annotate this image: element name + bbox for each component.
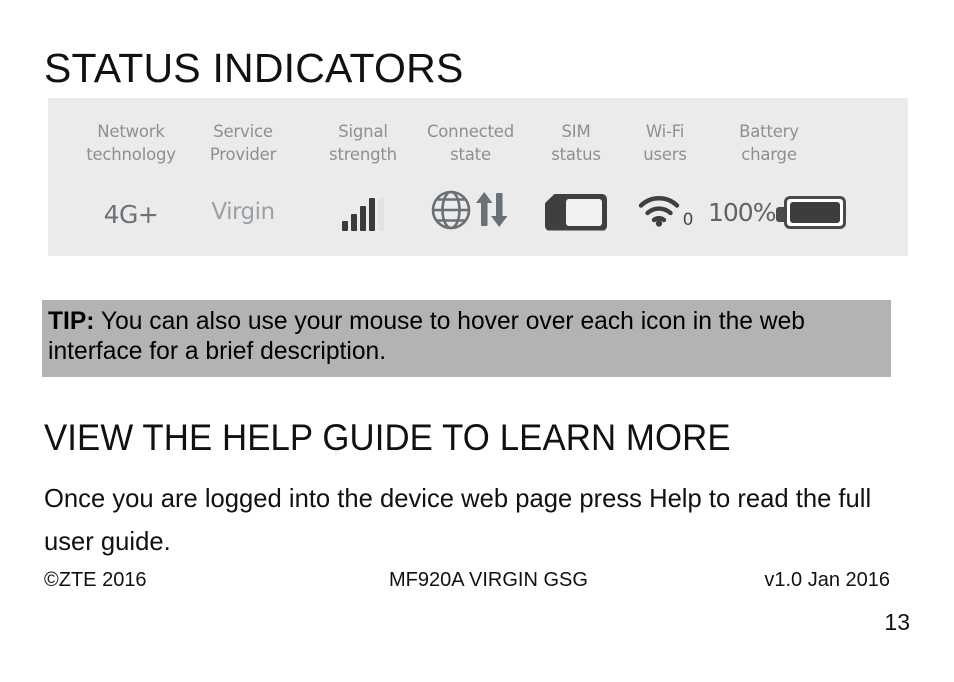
header-line-2: Provider xyxy=(209,145,277,164)
column-header-network-technology: Network technology xyxy=(66,120,196,166)
header-line-1: Connected xyxy=(426,122,515,141)
page-title-view-help-guide: VIEW THE HELP GUIDE TO LEARN MORE xyxy=(44,417,731,458)
header-line-2: strength xyxy=(329,145,397,164)
column-header-connected-state: Connected state xyxy=(408,120,533,166)
page-number: 13 xyxy=(884,609,910,635)
wifi-icon xyxy=(637,193,681,232)
status-indicators-panel: Network technology Service Provider Sign… xyxy=(48,98,908,256)
column-header-service-provider: Service Provider xyxy=(188,120,298,166)
header-line-2: state xyxy=(450,145,491,164)
battery-percent-value: 100% xyxy=(708,197,776,227)
column-header-signal-strength: Signal strength xyxy=(308,120,418,166)
battery-full-icon xyxy=(776,195,847,229)
page-title-status-indicators: STATUS INDICATORS xyxy=(44,45,464,91)
globe-updown-arrows-icon xyxy=(430,189,512,236)
network-technology-value: 4G+ xyxy=(103,199,159,229)
header-line-1: Battery xyxy=(739,122,799,141)
tip-label: TIP: xyxy=(48,307,95,335)
column-header-wifi-users: Wi-Fi users xyxy=(620,120,710,166)
tip-text: TIP: You can also use your mouse to hove… xyxy=(48,306,870,366)
header-line-2: users xyxy=(643,145,687,164)
header-line-1: Wi-Fi xyxy=(645,122,685,141)
help-body-paragraph: Once you are logged into the device web … xyxy=(44,483,872,556)
value-connected-state xyxy=(408,186,533,238)
footer: ©ZTE 2016 MF920A VIRGIN GSG v1.0 Jan 201… xyxy=(44,569,890,595)
column-header-sim-status: SIM status xyxy=(530,120,622,166)
header-line-2: technology xyxy=(86,145,176,164)
footer-version: v1.0 Jan 2016 xyxy=(764,569,890,591)
signal-bars-icon xyxy=(342,197,384,231)
header-line-1: Network xyxy=(97,122,165,141)
service-provider-value: Virgin xyxy=(211,199,275,225)
column-header-battery-charge: Battery charge xyxy=(714,120,824,166)
header-line-2: charge xyxy=(741,145,797,164)
header-line-1: Service xyxy=(213,122,273,141)
footer-copyright: ©ZTE 2016 xyxy=(44,569,147,591)
value-wifi-users: 0 xyxy=(620,186,710,238)
tip-body: You can also use your mouse to hover ove… xyxy=(48,307,805,365)
value-network-technology: 4G+ xyxy=(66,188,196,240)
footer-document-name: MF920A VIRGIN GSG xyxy=(389,569,588,591)
wifi-users-group: 0 xyxy=(637,193,694,232)
value-sim-status xyxy=(530,186,622,238)
wifi-users-count: 0 xyxy=(682,209,694,230)
sim-card-icon xyxy=(545,193,607,231)
header-line-2: status xyxy=(551,145,601,164)
value-battery-charge: 100% xyxy=(708,186,898,238)
value-signal-strength xyxy=(308,188,418,240)
tip-callout-box: TIP: You can also use your mouse to hove… xyxy=(42,300,891,377)
header-line-1: Signal xyxy=(338,122,388,141)
value-service-provider: Virgin xyxy=(188,186,298,238)
header-line-1: SIM xyxy=(561,122,591,141)
